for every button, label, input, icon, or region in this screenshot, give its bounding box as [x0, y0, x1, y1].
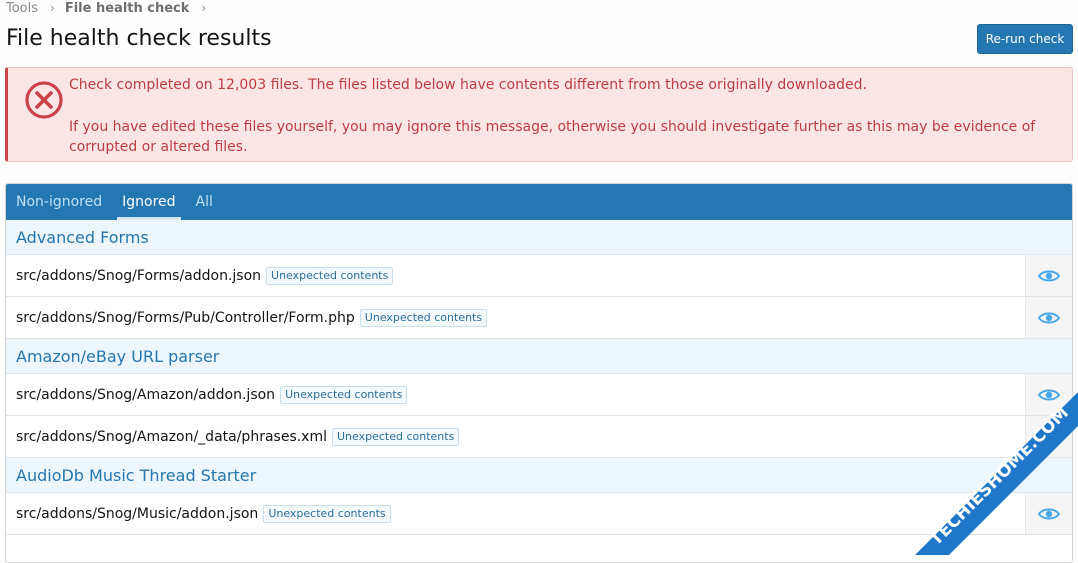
file-row: src/addons/Snog/Forms/addon.json Unexpec… [6, 255, 1072, 297]
file-path: src/addons/Snog/Music/addon.json [16, 505, 259, 522]
file-row: src/addons/Snog/Music/addon.json Unexpec… [6, 493, 1072, 535]
status-badge: Unexpected contents [266, 266, 394, 285]
eye-icon [1038, 270, 1060, 281]
breadcrumb-file-health-check-link[interactable]: File health check [65, 1, 190, 16]
eye-icon [1038, 508, 1060, 519]
group-header-amazon-ebay-url-parser: Amazon/eBay URL parser [6, 339, 1072, 374]
breadcrumb-tools-link[interactable]: Tools [6, 1, 38, 16]
breadcrumb: Tools › File health check › [6, 0, 216, 16]
results-block: Non-ignored Ignored All Advanced Forms s… [5, 183, 1073, 563]
eye-icon [1038, 389, 1060, 400]
chevron-right-icon: › [201, 1, 207, 15]
view-diff-button[interactable] [1025, 493, 1072, 534]
alert-advice: If you have edited these files yourself,… [69, 119, 1036, 155]
file-path: src/addons/Snog/Amazon/_data/phrases.xml [16, 428, 327, 445]
alert-summary: Check completed on 12,003 files. The fil… [69, 77, 867, 93]
file-row: src/addons/Snog/Amazon/_data/phrases.xml… [6, 416, 1072, 458]
tab-all[interactable]: All [191, 184, 218, 220]
view-diff-button[interactable] [1025, 297, 1072, 338]
error-alert: Check completed on 12,003 files. The fil… [5, 67, 1073, 162]
error-circle-icon [25, 81, 63, 119]
rerun-check-button[interactable]: Re-run check [977, 24, 1073, 54]
alert-message: Check completed on 12,003 files. The fil… [69, 75, 1069, 157]
status-badge: Unexpected contents [359, 308, 488, 327]
status-badge: Unexpected contents [263, 504, 391, 523]
file-row: src/addons/Snog/Forms/Pub/Controller/For… [6, 297, 1072, 339]
group-header-audiodb-music-thread-starter: AudioDb Music Thread Starter [6, 458, 1072, 493]
file-path: src/addons/Snog/Forms/Pub/Controller/For… [16, 309, 355, 326]
tab-bar: Non-ignored Ignored All [6, 184, 1072, 220]
eye-icon [1038, 431, 1060, 442]
page-title: File health check results [6, 26, 272, 51]
tab-ignored[interactable]: Ignored [117, 184, 181, 220]
file-row: src/addons/Snog/Amazon/addon.json Unexpe… [6, 374, 1072, 416]
view-diff-button[interactable] [1025, 416, 1072, 457]
status-badge: Unexpected contents [332, 427, 460, 446]
chevron-right-icon: › [50, 1, 55, 15]
eye-icon [1038, 312, 1060, 323]
view-diff-button[interactable] [1025, 255, 1072, 296]
group-header-advanced-forms: Advanced Forms [6, 220, 1072, 255]
view-diff-button[interactable] [1025, 374, 1072, 415]
file-path: src/addons/Snog/Forms/addon.json [16, 267, 262, 284]
status-badge: Unexpected contents [280, 385, 408, 404]
file-path: src/addons/Snog/Amazon/addon.json [16, 386, 276, 403]
tab-non-ignored[interactable]: Non-ignored [11, 184, 107, 220]
